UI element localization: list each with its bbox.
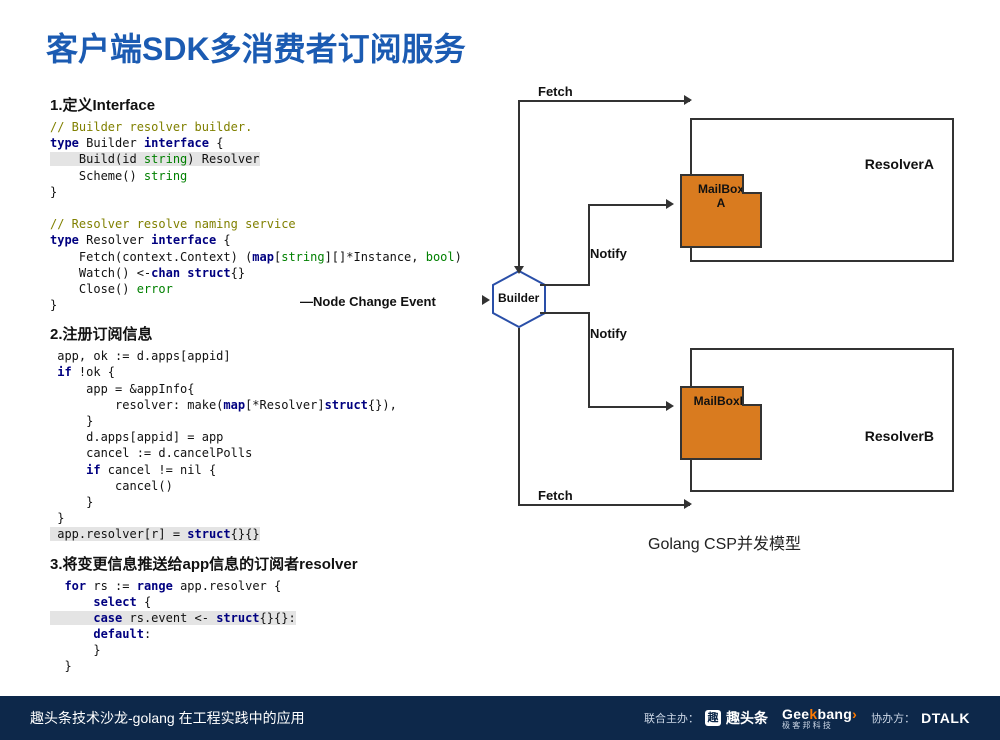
resolver-a-box: ResolverA MailBoxA <box>690 118 954 262</box>
code-block-2: app, ok := d.apps[appid] if !ok { app = … <box>50 348 490 542</box>
fetch-top-label: Fetch <box>538 84 573 99</box>
host-label: 联合主办： <box>644 710 699 726</box>
qutoutiao-brand: 趣趣头条 <box>705 708 768 728</box>
diagram: —Node Change Event Builder Fetch Fetch N… <box>480 88 980 518</box>
mailbox-b: MailBoxB <box>680 386 762 460</box>
dtalk-brand: DTALK <box>921 710 970 726</box>
section-3-heading: 3.将变更信息推送给app信息的订阅者resolver <box>50 553 490 574</box>
notify-b-label: Notify <box>590 326 627 341</box>
node-change-event-label: —Node Change Event <box>300 294 436 309</box>
builder-label: Builder <box>498 291 539 305</box>
coop-label: 协办方： <box>871 710 915 726</box>
fold-icon <box>742 386 762 406</box>
fold-icon <box>742 174 762 194</box>
code-block-3: for rs := range app.resolver { select { … <box>50 578 490 675</box>
diagram-caption: Golang CSP并发模型 <box>648 530 801 554</box>
left-column: 1.定义Interface // Builder resolver builde… <box>50 90 490 685</box>
resolver-a-label: ResolverA <box>865 156 934 172</box>
page-title: 客户端SDK多消费者订阅服务 <box>46 24 466 70</box>
fetch-bottom-label: Fetch <box>538 488 573 503</box>
resolver-b-label: ResolverB <box>865 428 934 444</box>
footer-text: 趣头条技术沙龙-golang 在工程实践中的应用 <box>30 708 630 728</box>
mailbox-a: MailBoxA <box>680 174 762 248</box>
footer-bar: 趣头条技术沙龙-golang 在工程实践中的应用 联合主办： 趣趣头条 Geek… <box>0 696 1000 740</box>
notify-a-label: Notify <box>590 246 627 261</box>
code-block-1: // Builder resolver builder. type Builde… <box>50 119 490 313</box>
section-1-heading: 1.定义Interface <box>50 94 490 115</box>
resolver-b-box: ResolverB MailBoxB <box>690 348 954 492</box>
section-2-heading: 2.注册订阅信息 <box>50 323 490 344</box>
geekbang-brand: Geekbang› 极 客 邦 科 技 <box>782 706 857 731</box>
qutoutiao-icon: 趣 <box>705 710 721 726</box>
